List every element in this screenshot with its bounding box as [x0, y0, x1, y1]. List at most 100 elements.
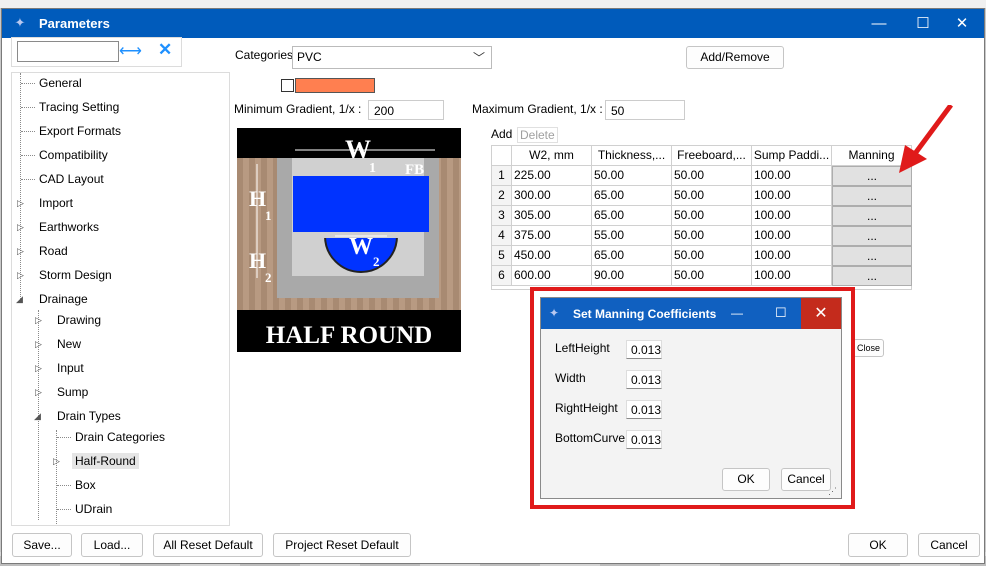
minimize-button[interactable]: — — [857, 9, 901, 38]
add-remove-button[interactable]: Add/Remove — [686, 46, 784, 69]
grid-column-header[interactable]: Freeboard,... — [672, 146, 752, 166]
expand-icon[interactable]: ▷ — [17, 198, 24, 209]
grid-column-header[interactable]: Thickness,... — [592, 146, 672, 166]
collapse-icon[interactable]: ◢ — [34, 411, 41, 422]
dialog-close-button[interactable]: ✕ — [801, 298, 841, 329]
category-checkbox[interactable] — [281, 79, 294, 92]
grid-cell-w2[interactable]: 375.00 — [512, 226, 592, 246]
expand-icon[interactable]: ▷ — [35, 315, 42, 326]
tree-item-sump[interactable]: Sump — [57, 385, 88, 399]
grid-cell-thickness[interactable]: 65.00 — [592, 206, 672, 226]
manning-edit-button[interactable]: ... — [832, 246, 912, 266]
grid-cell-sump[interactable]: 100.00 — [752, 266, 832, 286]
category-color-swatch[interactable] — [295, 78, 375, 93]
grid-row-number[interactable]: 1 — [492, 166, 512, 186]
min-gradient-input[interactable]: 200 — [368, 100, 444, 120]
tree-item-udrain[interactable]: UDrain — [75, 502, 112, 516]
grid-cell-sump[interactable]: 100.00 — [752, 226, 832, 246]
delete-row-button[interactable]: Delete — [517, 127, 558, 143]
tree-item-storm-design[interactable]: Storm Design — [39, 268, 112, 282]
grid-cell-w2[interactable]: 305.00 — [512, 206, 592, 226]
tree-item-new[interactable]: New — [57, 337, 81, 351]
tree-item-cad-layout[interactable]: CAD Layout — [39, 172, 104, 186]
project-reset-default-button[interactable]: Project Reset Default — [273, 533, 411, 557]
grid-cell-sump[interactable]: 100.00 — [752, 166, 832, 186]
tree-item-drain-categories[interactable]: Drain Categories — [75, 430, 165, 444]
add-row-button[interactable]: Add — [491, 127, 512, 141]
grid-cell-thickness[interactable]: 50.00 — [592, 166, 672, 186]
grid-cell-thickness[interactable]: 65.00 — [592, 186, 672, 206]
grid-cell-freeboard[interactable]: 50.00 — [672, 186, 752, 206]
dialog-maximize-button[interactable]: ☐ — [775, 305, 787, 321]
grid-cell-w2[interactable]: 225.00 — [512, 166, 592, 186]
all-reset-default-button[interactable]: All Reset Default — [153, 533, 263, 557]
left-height-input[interactable]: 0.013 — [626, 340, 662, 359]
tree-item-half-round[interactable]: Half-Round — [72, 453, 139, 469]
manning-edit-button[interactable]: ... — [832, 186, 912, 206]
tree-item-drainage[interactable]: Drainage — [39, 292, 88, 306]
save-button[interactable]: Save... — [12, 533, 72, 557]
grid-column-header[interactable]: W2, mm — [512, 146, 592, 166]
search-input[interactable] — [17, 41, 119, 62]
grid-cell-thickness[interactable]: 90.00 — [592, 266, 672, 286]
manning-edit-button[interactable]: ... — [832, 206, 912, 226]
grid-cell-freeboard[interactable]: 50.00 — [672, 206, 752, 226]
tree-item-import[interactable]: Import — [39, 196, 73, 210]
close-button-behind[interactable]: Close — [853, 339, 884, 357]
maximize-button[interactable]: ☐ — [901, 9, 945, 38]
close-button[interactable]: ✕ — [940, 9, 984, 38]
tree-item-export-formats[interactable]: Export Formats — [39, 124, 121, 138]
expand-width-icon[interactable]: ⟷ — [119, 41, 142, 61]
grid-row-number[interactable]: 6 — [492, 266, 512, 286]
clear-icon[interactable]: ✕ — [158, 40, 172, 60]
grid-cell-w2[interactable]: 450.00 — [512, 246, 592, 266]
grid-cell-freeboard[interactable]: 50.00 — [672, 166, 752, 186]
ok-button[interactable]: OK — [848, 533, 908, 557]
cancel-button[interactable]: Cancel — [918, 533, 980, 557]
expand-icon[interactable]: ▷ — [17, 246, 24, 257]
tree-item-input[interactable]: Input — [57, 361, 84, 375]
tree-item-general[interactable]: General — [39, 76, 82, 90]
grid-row-number[interactable]: 2 — [492, 186, 512, 206]
tree-item-earthworks[interactable]: Earthworks — [39, 220, 99, 234]
grid-row-number[interactable]: 4 — [492, 226, 512, 246]
grid-cell-freeboard[interactable]: 50.00 — [672, 266, 752, 286]
width-input[interactable]: 0.013 — [626, 370, 662, 389]
grid-cell-thickness[interactable]: 65.00 — [592, 246, 672, 266]
grid-row-number[interactable]: 3 — [492, 206, 512, 226]
categories-combo[interactable]: PVC ﹀ — [292, 46, 492, 69]
bottom-curve-input[interactable]: 0.013 — [626, 430, 662, 449]
tree-item-tracing-setting[interactable]: Tracing Setting — [39, 100, 119, 114]
grid-cell-w2[interactable]: 600.00 — [512, 266, 592, 286]
tree-item-road[interactable]: Road — [39, 244, 68, 258]
dialog-ok-button[interactable]: OK — [722, 468, 770, 491]
grid-cell-w2[interactable]: 300.00 — [512, 186, 592, 206]
expand-icon[interactable]: ▷ — [35, 363, 42, 374]
grid-row-number[interactable]: 5 — [492, 246, 512, 266]
expand-icon[interactable]: ▷ — [17, 222, 24, 233]
dialog-cancel-button[interactable]: Cancel — [781, 468, 831, 491]
tree-item-drain-types[interactable]: Drain Types — [57, 409, 121, 423]
load-button[interactable]: Load... — [81, 533, 143, 557]
collapse-icon[interactable]: ◢ — [16, 294, 23, 305]
expand-icon[interactable]: ▷ — [35, 339, 42, 350]
grid-cell-freeboard[interactable]: 50.00 — [672, 246, 752, 266]
manning-edit-button[interactable]: ... — [832, 266, 912, 286]
tree-item-drawing[interactable]: Drawing — [57, 313, 101, 327]
grid-cell-thickness[interactable]: 55.00 — [592, 226, 672, 246]
expand-icon[interactable]: ▷ — [35, 387, 42, 398]
grid-cell-sump[interactable]: 100.00 — [752, 186, 832, 206]
right-height-input[interactable]: 0.013 — [626, 400, 662, 419]
grid-cell-sump[interactable]: 100.00 — [752, 246, 832, 266]
grid-cell-sump[interactable]: 100.00 — [752, 206, 832, 226]
manning-edit-button[interactable]: ... — [832, 226, 912, 246]
max-gradient-input[interactable]: 50 — [605, 100, 685, 120]
expand-icon[interactable]: ▷ — [17, 270, 24, 281]
expand-icon[interactable]: ▷ — [53, 456, 60, 467]
grid-cell-freeboard[interactable]: 50.00 — [672, 226, 752, 246]
tree-item-compatibility[interactable]: Compatibility — [39, 148, 108, 162]
grid-column-header[interactable]: Sump Paddi... — [752, 146, 832, 166]
resize-grip-icon[interactable]: ⋰ — [828, 486, 837, 497]
dialog-minimize-button[interactable]: — — [731, 306, 743, 320]
tree-item-box[interactable]: Box — [75, 478, 96, 492]
